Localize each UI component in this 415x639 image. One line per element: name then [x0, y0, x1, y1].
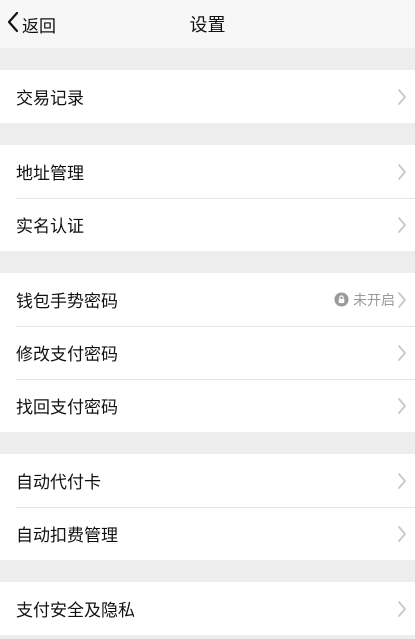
- settings-item-real-name-verification[interactable]: 实名认证: [0, 198, 415, 251]
- settings-item-auto-payment-card[interactable]: 自动代付卡: [0, 454, 415, 507]
- settings-group-3: 钱包手势密码 未开启 修改支付密码 找回支付密码: [0, 273, 415, 432]
- settings-item-label: 修改支付密码: [16, 345, 118, 365]
- settings-item-change-payment-password[interactable]: 修改支付密码: [0, 326, 415, 379]
- lock-icon: [334, 292, 353, 307]
- settings-item-address-management[interactable]: 地址管理: [0, 145, 415, 198]
- chevron-right-icon: [397, 163, 407, 181]
- page-title: 设置: [189, 15, 226, 36]
- settings-item-label: 钱包手势密码: [16, 292, 118, 312]
- chevron-right-icon: [397, 344, 407, 362]
- chevron-right-icon: [397, 525, 407, 543]
- settings-item-label: 自动扣费管理: [16, 526, 118, 546]
- chevron-right-icon: [397, 472, 407, 490]
- chevron-left-icon: [6, 11, 20, 37]
- chevron-right-icon: [397, 88, 407, 106]
- gesture-status: 未开启: [334, 290, 395, 310]
- settings-item-label: 自动代付卡: [16, 473, 101, 493]
- status-text: 未开启: [353, 292, 395, 309]
- settings-item-auto-deduction-management[interactable]: 自动扣费管理: [0, 507, 415, 560]
- settings-item-label: 交易记录: [16, 89, 84, 109]
- settings-item-recover-payment-password[interactable]: 找回支付密码: [0, 379, 415, 432]
- settings-item-wallet-gesture-password[interactable]: 钱包手势密码 未开启: [0, 273, 415, 326]
- navigation-bar: 返回 设置: [0, 0, 415, 48]
- settings-item-transaction-records[interactable]: 交易记录: [0, 70, 415, 123]
- settings-group-1: 交易记录: [0, 70, 415, 123]
- chevron-right-icon: [397, 291, 407, 309]
- settings-group-5: 支付安全及隐私: [0, 582, 415, 635]
- settings-item-label: 地址管理: [16, 164, 84, 184]
- settings-item-label: 支付安全及隐私: [16, 601, 135, 621]
- chevron-right-icon: [397, 397, 407, 415]
- back-label: 返回: [22, 16, 56, 37]
- settings-item-label: 实名认证: [16, 217, 84, 237]
- settings-group-4: 自动代付卡 自动扣费管理: [0, 454, 415, 560]
- settings-item-label: 找回支付密码: [16, 398, 118, 418]
- back-button[interactable]: 返回: [6, 0, 56, 48]
- settings-group-2: 地址管理 实名认证: [0, 145, 415, 251]
- chevron-right-icon: [397, 216, 407, 234]
- chevron-right-icon: [397, 600, 407, 618]
- settings-item-payment-security-privacy[interactable]: 支付安全及隐私: [0, 582, 415, 635]
